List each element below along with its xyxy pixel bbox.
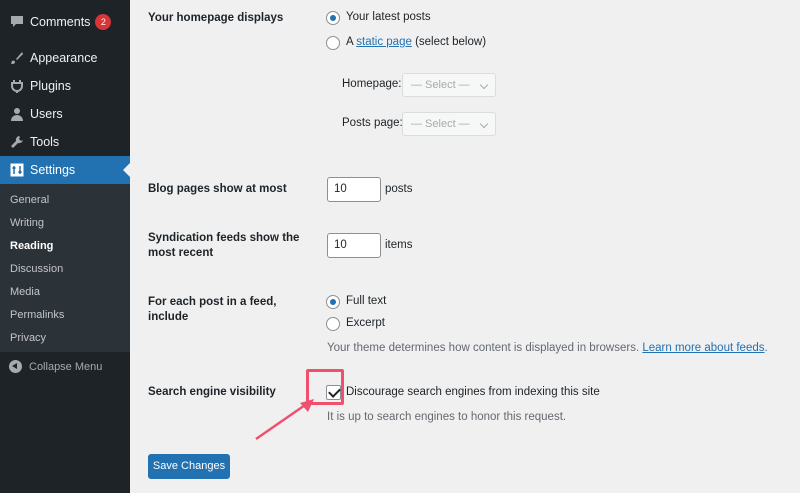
sidebar-item-label: Settings [30, 163, 76, 177]
sidebar-item-plugins[interactable]: Plugins [0, 72, 130, 100]
submenu-item-reading[interactable]: Reading [10, 240, 53, 252]
discourage-search-checkbox[interactable] [326, 385, 341, 400]
collapse-menu-button[interactable]: Collapse Menu [9, 360, 102, 373]
blog-pages-unit: posts [385, 183, 413, 195]
submenu-item-media[interactable]: Media [10, 286, 40, 298]
sidebar-item-label: Tools [30, 135, 60, 149]
settings-submenu: General Writing Reading Discussion Media… [0, 184, 130, 352]
posts-page-select[interactable]: — Select — [402, 112, 496, 136]
admin-sidebar: Comments 2 Appearance Plugins Users Tool… [0, 0, 130, 493]
sidebar-item-appearance[interactable]: Appearance [0, 44, 130, 72]
submenu-item-writing[interactable]: Writing [10, 217, 44, 229]
static-page-suffix: (select below) [415, 36, 487, 48]
homepage-select[interactable]: — Select — [402, 73, 496, 97]
static-page-radio[interactable] [326, 36, 340, 50]
submenu-item-permalinks[interactable]: Permalinks [10, 309, 64, 321]
posts-page-select-value: — Select — [411, 118, 470, 130]
static-page-option: A static page (select below) [346, 36, 486, 48]
comments-count-badge: 2 [95, 14, 112, 30]
full-text-label: Full text [346, 295, 387, 307]
feed-description-period: . [764, 342, 768, 354]
submenu-item-discussion[interactable]: Discussion [10, 263, 63, 275]
homepage-select-value: — Select — [411, 79, 470, 91]
sidebar-item-tools[interactable]: Tools [0, 128, 130, 156]
collapse-arrow-icon [9, 360, 22, 373]
discourage-search-label: Discourage search engines from indexing … [346, 386, 600, 398]
static-page-link[interactable]: static page [356, 36, 412, 48]
blog-pages-label: Blog pages show at most [148, 183, 287, 195]
syndication-feeds-input[interactable]: 10 [327, 233, 381, 258]
static-page-prefix: A [346, 36, 354, 48]
excerpt-radio[interactable] [326, 317, 340, 331]
blog-pages-input[interactable]: 10 [327, 177, 381, 202]
submenu-item-general[interactable]: General [10, 194, 49, 206]
active-indicator-arrow [123, 163, 130, 177]
feed-description: Your theme determines how content is dis… [327, 342, 768, 354]
full-text-radio[interactable] [326, 295, 340, 309]
syndication-feeds-label: Syndication feeds show the most recent [148, 232, 300, 259]
sidebar-item-label: Users [30, 107, 63, 121]
sidebar-item-settings[interactable]: Settings [0, 156, 130, 184]
sidebar-item-label: Plugins [30, 79, 71, 93]
homepage-displays-label: Your homepage displays [148, 12, 284, 24]
sidebar-item-label: Appearance [30, 51, 98, 65]
chevron-down-icon [479, 80, 489, 90]
excerpt-label: Excerpt [346, 317, 385, 329]
user-icon [9, 106, 25, 122]
save-changes-button[interactable]: Save Changes [148, 454, 230, 479]
submenu-item-privacy[interactable]: Privacy [10, 332, 46, 344]
sidebar-item-label: Comments [30, 15, 91, 29]
syndication-feeds-unit: items [385, 239, 413, 251]
comment-icon [9, 14, 25, 30]
posts-page-select-label: Posts page: [342, 117, 403, 129]
plug-icon [9, 78, 25, 94]
homepage-select-label: Homepage: [342, 78, 402, 90]
settings-sliders-icon [9, 162, 25, 178]
reading-settings-form: Your homepage displays Your latest posts… [130, 0, 800, 493]
learn-more-feeds-link[interactable]: Learn more about feeds [642, 342, 764, 354]
wrench-icon [9, 134, 25, 150]
sidebar-item-users[interactable]: Users [0, 100, 130, 128]
collapse-menu-label: Collapse Menu [29, 360, 103, 373]
feed-include-label: For each post in a feed, include [148, 296, 277, 323]
search-visibility-description: It is up to search engines to honor this… [327, 411, 567, 423]
chevron-down-icon [479, 119, 489, 129]
sidebar-item-comments[interactable]: Comments 2 [0, 8, 130, 36]
annotation-arrow [255, 399, 314, 441]
paintbrush-icon [9, 50, 25, 66]
feed-description-text: Your theme determines how content is dis… [327, 342, 640, 354]
latest-posts-label: Your latest posts [346, 11, 431, 23]
latest-posts-radio[interactable] [326, 11, 340, 25]
